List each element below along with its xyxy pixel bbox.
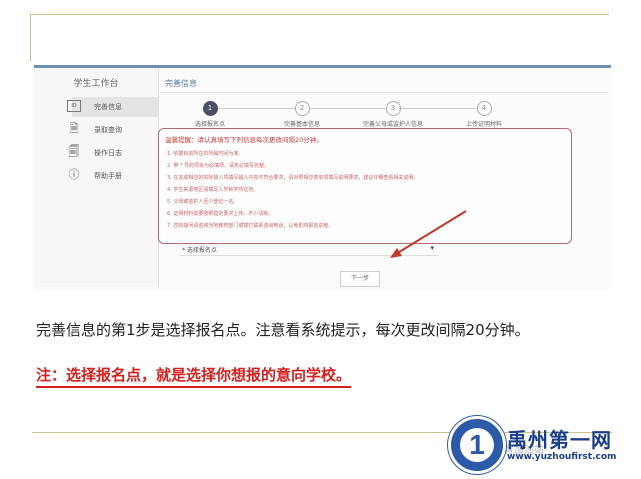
slide-header-frame: [30, 14, 609, 61]
red-arrow-annotation: [390, 210, 467, 258]
brand-url: www.yuzhoufirst.com: [507, 452, 617, 462]
caption-note: 注：选择报名点，就是选择你想报的意向学校。: [36, 364, 352, 388]
logo-number: 1: [469, 429, 485, 460]
screenshot-panel: 学生工作台 ID 完善信息 🗎 录取查询 🗐 操作日志 ⓘ 帮助手册 完善信息 …: [34, 65, 611, 290]
caption-text: 完善信息的第1步是选择报名点。注意看系统提示，每次更改间隔20分钟。: [36, 321, 530, 339]
brand-name: 禹州第一网: [507, 428, 612, 452]
brand-logo-icon: 1: [448, 416, 506, 474]
